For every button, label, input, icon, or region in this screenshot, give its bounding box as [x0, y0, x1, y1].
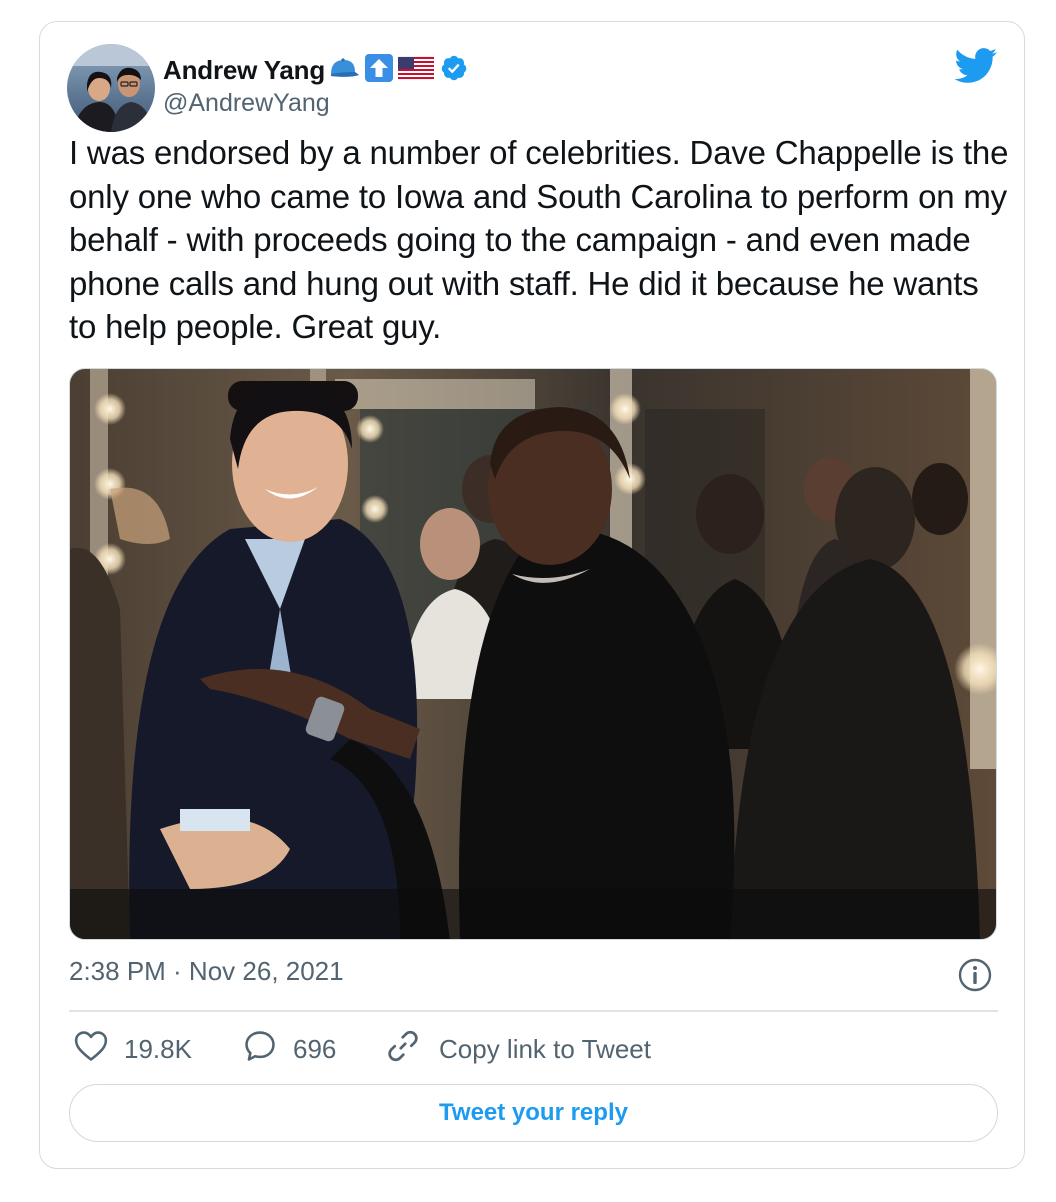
copy-link-action[interactable]: Copy link to Tweet: [385, 1028, 651, 1070]
link-icon: [385, 1028, 439, 1071]
tweet-text: I was endorsed by a number of celebritie…: [69, 134, 1009, 345]
blue-cap-icon: [328, 55, 360, 86]
copy-link-label: Copy link to Tweet: [439, 1033, 651, 1064]
verified-badge-icon: [440, 54, 468, 87]
twitter-bird-icon[interactable]: [954, 48, 998, 89]
up-arrow-icon: [364, 53, 394, 88]
tweet-your-reply-button[interactable]: Tweet your reply: [69, 1084, 998, 1142]
us-flag-icon: [397, 55, 435, 86]
divider: [69, 1010, 998, 1012]
tweet-timestamp[interactable]: 2:38 PM · Nov 26, 2021: [69, 956, 344, 987]
like-action[interactable]: 19.8K: [74, 1028, 192, 1070]
author-name[interactable]: Andrew Yang: [163, 55, 325, 86]
tweet-photo[interactable]: [69, 368, 997, 940]
reply-bubble-icon: [243, 1029, 293, 1070]
like-count: 19.8K: [124, 1033, 192, 1064]
author-handle[interactable]: @AndrewYang: [163, 89, 330, 118]
reply-action[interactable]: 696: [243, 1028, 336, 1070]
reply-count: 696: [293, 1033, 337, 1064]
author-name-row[interactable]: Andrew Yang: [163, 53, 468, 87]
info-icon[interactable]: [958, 958, 992, 997]
heart-icon: [74, 1030, 124, 1069]
author-avatar[interactable]: [67, 44, 155, 132]
